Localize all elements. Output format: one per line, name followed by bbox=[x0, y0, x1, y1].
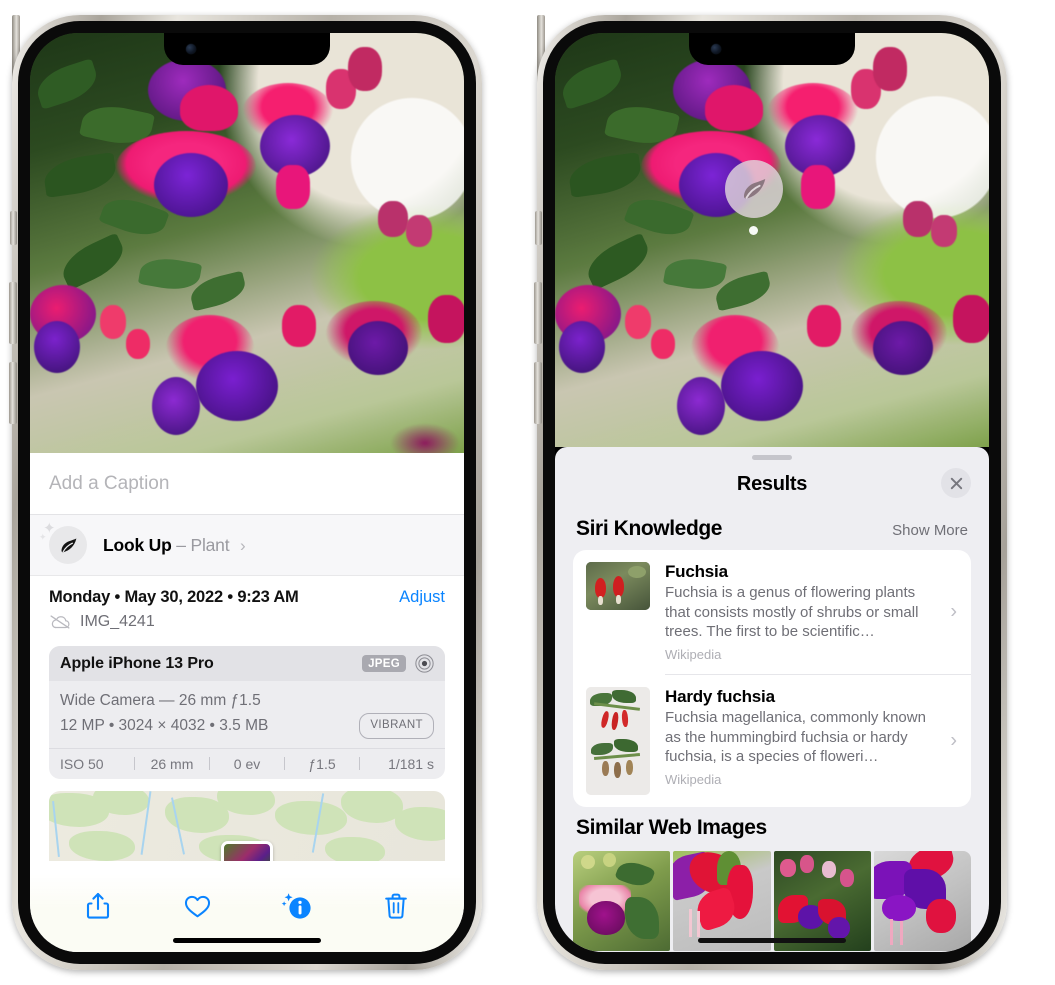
knowledge-row[interactable]: Hardy fuchsia Fuchsia magellanica, commo… bbox=[573, 675, 971, 807]
section-title: Similar Web Images bbox=[576, 815, 767, 839]
show-more-button[interactable]: Show More bbox=[892, 522, 968, 539]
heart-icon[interactable] bbox=[174, 883, 220, 929]
knowledge-title: Hardy fuchsia bbox=[665, 686, 775, 706]
volume-down-button[interactable] bbox=[9, 362, 17, 424]
knowledge-description: Fuchsia is a genus of flowering plants t… bbox=[665, 584, 919, 641]
raw-circle-icon bbox=[415, 654, 434, 673]
mute-switch[interactable] bbox=[535, 211, 542, 245]
siri-knowledge-card-list: Fuchsia Fuchsia is a genus of flowering … bbox=[573, 550, 971, 807]
camera-model: Apple iPhone 13 Pro bbox=[60, 654, 214, 672]
photo-metadata: Monday • May 30, 2022 • 9:23 AM Adjust I… bbox=[30, 575, 464, 635]
front-camera-icon bbox=[711, 44, 721, 54]
exif-ev: 0 ev bbox=[233, 755, 261, 772]
section-title: Siri Knowledge bbox=[576, 517, 723, 540]
results-sheet: Results Siri Knowledge Show More Fuchsia… bbox=[555, 447, 989, 952]
mute-switch[interactable] bbox=[10, 211, 17, 245]
volume-up-button[interactable] bbox=[534, 282, 542, 344]
similar-image-3[interactable] bbox=[773, 850, 871, 951]
caption-placeholder-text: Add a Caption bbox=[49, 472, 170, 494]
format-badge: JPEG bbox=[362, 655, 406, 672]
similar-web-images-header: Similar Web Images bbox=[555, 807, 989, 849]
chevron-right-icon: › bbox=[950, 729, 957, 752]
look-up-dash: – bbox=[176, 534, 186, 555]
similar-image-4[interactable] bbox=[873, 850, 971, 951]
adjust-button[interactable]: Adjust bbox=[399, 588, 445, 607]
photo-location-pin bbox=[221, 840, 273, 861]
left-phone-screen: Add a Caption ✦ ✦ Look Up – Plant › Mond… bbox=[30, 33, 464, 952]
exif-shutter: 1/181 s bbox=[388, 755, 434, 772]
knowledge-source: Wikipedia bbox=[665, 646, 722, 662]
screenshot-stage: Add a Caption ✦ ✦ Look Up – Plant › Mond… bbox=[0, 0, 1055, 985]
siri-knowledge-header: Siri Knowledge Show More bbox=[555, 508, 989, 550]
photo-info-panel: Add a Caption ✦ ✦ Look Up – Plant › Mond… bbox=[30, 453, 464, 952]
close-icon[interactable] bbox=[941, 468, 971, 498]
photo-viewer[interactable] bbox=[30, 33, 464, 453]
exif-aperture: ƒ1.5 bbox=[308, 755, 336, 772]
visual-lookup-indicator-dot bbox=[749, 226, 758, 235]
exif-iso: ISO 50 bbox=[60, 755, 104, 772]
photo-filename: IMG_4241 bbox=[80, 613, 155, 630]
look-up-subject: Plant bbox=[190, 534, 230, 555]
camera-specs-line: 12 MP • 3024 × 4032 • 3.5 MB bbox=[60, 716, 269, 734]
knowledge-source: Wikipedia bbox=[665, 771, 722, 787]
similar-web-images-grid bbox=[555, 850, 989, 951]
similar-image-1[interactable] bbox=[573, 850, 671, 951]
look-up-row[interactable]: ✦ ✦ Look Up – Plant › bbox=[30, 515, 464, 575]
exif-row: ISO 50 26 mm 0 ev ƒ1.5 1/181 s bbox=[49, 747, 445, 779]
volume-up-button[interactable] bbox=[9, 282, 17, 344]
share-icon[interactable] bbox=[75, 883, 121, 929]
hardy-fuchsia-thumbnail bbox=[586, 686, 650, 795]
location-map-thumbnail[interactable] bbox=[49, 790, 445, 861]
fuchsia-thumbnail bbox=[586, 562, 650, 610]
camera-lens-line: Wide Camera — 26 mm ƒ1.5 bbox=[60, 692, 261, 709]
knowledge-row[interactable]: Fuchsia Fuchsia is a genus of flowering … bbox=[573, 550, 971, 674]
info-sparkle-icon[interactable] bbox=[274, 883, 320, 929]
knowledge-description: Fuchsia magellanica, commonly known as t… bbox=[665, 708, 926, 766]
chevron-right-icon: › bbox=[950, 600, 957, 623]
home-indicator[interactable] bbox=[698, 938, 846, 943]
visual-lookup-leaf-badge[interactable] bbox=[725, 160, 783, 218]
trash-icon[interactable] bbox=[373, 883, 419, 929]
caption-input[interactable]: Add a Caption bbox=[30, 453, 464, 515]
exif-focal: 26 mm bbox=[150, 755, 194, 772]
device-notch bbox=[689, 33, 855, 65]
device-notch bbox=[164, 33, 330, 65]
sheet-title: Results bbox=[736, 472, 808, 495]
look-up-label: Look Up bbox=[103, 534, 172, 555]
sparkle-small-icon: ✦ bbox=[39, 532, 47, 542]
photographic-style-badge: VIBRANT bbox=[359, 713, 434, 739]
photo-date: Monday • May 30, 2022 • 9:23 AM bbox=[49, 588, 299, 606]
look-up-label-group: Look Up – Plant › bbox=[103, 535, 246, 556]
front-camera-icon bbox=[186, 44, 196, 54]
chevron-right-icon: › bbox=[240, 535, 246, 555]
right-iphone-device: Results Siri Knowledge Show More Fuchsia… bbox=[534, 15, 1007, 970]
left-iphone-device: Add a Caption ✦ ✦ Look Up – Plant › Mond… bbox=[9, 15, 482, 970]
photo-viewer[interactable] bbox=[555, 33, 989, 447]
home-indicator[interactable] bbox=[173, 938, 321, 943]
camera-info-card: Apple iPhone 13 Pro JPEG Wide Camera — 2… bbox=[49, 646, 445, 779]
cloud-slash-icon bbox=[49, 614, 71, 630]
right-phone-screen: Results Siri Knowledge Show More Fuchsia… bbox=[555, 33, 989, 952]
similar-image-2[interactable] bbox=[673, 850, 771, 951]
knowledge-title: Fuchsia bbox=[665, 562, 728, 581]
volume-down-button[interactable] bbox=[534, 362, 542, 424]
leaf-icon: ✦ ✦ bbox=[39, 521, 87, 564]
